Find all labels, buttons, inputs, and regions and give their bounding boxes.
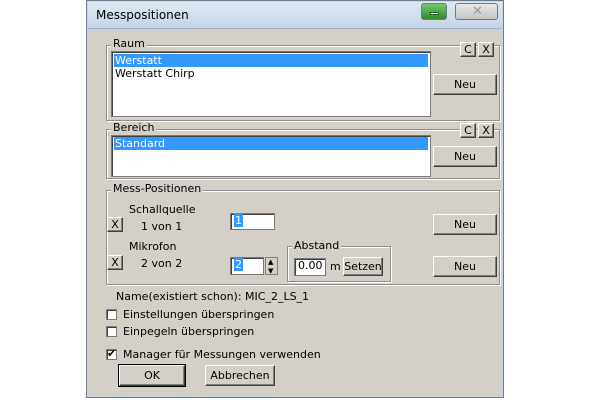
mikrofon-value: 2 <box>234 258 243 271</box>
checkbox[interactable] <box>106 326 117 337</box>
raum-listbox[interactable]: Werstatt Werstatt Chirp <box>111 51 431 117</box>
spin-down-icon[interactable]: ▼ <box>268 267 273 275</box>
mikrofon-input[interactable]: 2 <box>230 257 264 275</box>
abstand-legend: Abstand <box>292 239 342 252</box>
raum-remove-button[interactable]: X <box>478 42 494 57</box>
close-button[interactable]: ✕ <box>455 3 498 20</box>
title-bar[interactable]: Messpositionen ✕ <box>88 2 502 29</box>
mess-positionen-legend: Mess-Positionen <box>111 182 204 195</box>
schallquelle-remove-button[interactable]: X <box>107 217 123 232</box>
mikrofon-new-button[interactable]: Neu <box>433 256 497 277</box>
checkbox[interactable]: ✔ <box>106 347 117 360</box>
schallquelle-title: Schallquelle <box>129 203 196 216</box>
raum-new-button[interactable]: Neu <box>433 74 497 95</box>
mikrofon-title: Mikrofon <box>129 240 177 253</box>
schallquelle-new-button[interactable]: Neu <box>433 214 497 235</box>
dialog-window: Messpositionen ✕ Raum Werstatt Werstatt … <box>86 0 504 398</box>
abstand-input[interactable]: 0.00 <box>294 258 326 276</box>
bereich-listbox[interactable]: Standard <box>111 135 431 177</box>
option-label: Manager für Messungen verwenden <box>123 348 321 361</box>
raum-legend: Raum <box>111 37 147 50</box>
bereich-remove-button[interactable]: X <box>478 123 494 138</box>
cancel-button[interactable]: Abbrechen <box>205 365 275 386</box>
bereich-clear-button[interactable]: C <box>460 123 476 138</box>
raum-list-item[interactable]: Werstatt Chirp <box>114 67 428 80</box>
abstand-set-button[interactable]: Setzen <box>343 257 383 276</box>
ok-button[interactable]: OK <box>118 364 186 387</box>
option-use-manager[interactable]: ✔ Manager für Messungen verwenden <box>106 347 346 362</box>
name-status-text: Name(existiert schon): MIC_2_LS_1 <box>116 290 310 303</box>
mikrofon-remove-button[interactable]: X <box>107 255 123 270</box>
minimize-button[interactable] <box>421 3 447 20</box>
mikrofon-spinner[interactable]: ▲ ▼ <box>265 257 278 275</box>
close-icon: ✕ <box>472 4 483 19</box>
minimize-icon <box>430 12 439 15</box>
spin-up-icon[interactable]: ▲ <box>268 258 273 266</box>
option-skip-settings[interactable]: Einstellungen überspringen <box>106 308 326 322</box>
checkmark-icon: ✔ <box>107 347 117 360</box>
mikrofon-count: 2 von 2 <box>141 257 183 270</box>
bereich-new-button[interactable]: Neu <box>433 146 497 167</box>
option-label: Einpegeln überspringen <box>123 325 255 338</box>
abstand-unit: m <box>330 260 341 273</box>
raum-clear-button[interactable]: C <box>460 42 476 57</box>
bereich-legend: Bereich <box>111 121 157 134</box>
option-label: Einstellungen überspringen <box>123 308 275 321</box>
schallquelle-count: 1 von 1 <box>141 220 183 233</box>
raum-list-item[interactable]: Werstatt <box>114 54 428 67</box>
window-title: Messpositionen <box>96 8 189 22</box>
schallquelle-input[interactable]: 1 <box>230 213 275 230</box>
checkbox[interactable] <box>106 309 117 320</box>
bereich-list-item[interactable]: Standard <box>114 137 428 150</box>
schallquelle-value: 1 <box>234 214 243 227</box>
option-skip-leveling[interactable]: Einpegeln überspringen <box>106 325 326 339</box>
